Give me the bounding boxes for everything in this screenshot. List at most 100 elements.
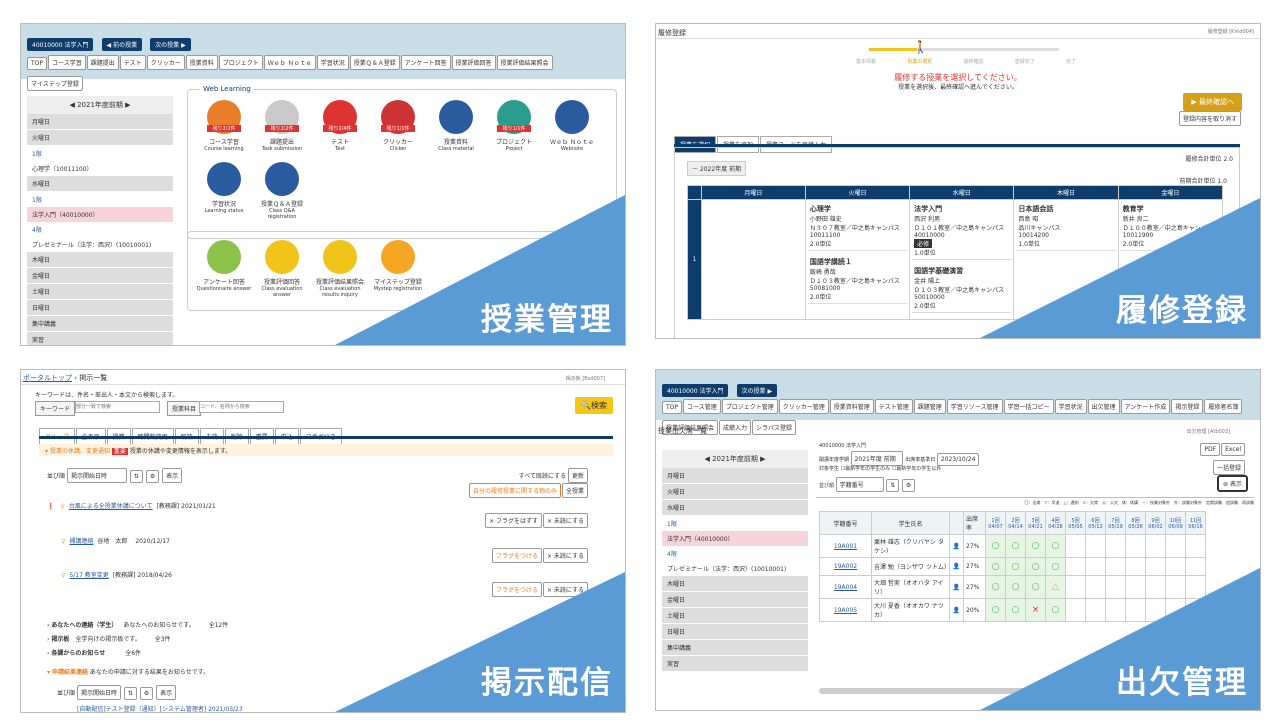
term-accordion[interactable]: － 2022年度 前期 xyxy=(687,161,747,176)
update-button[interactable]: 更新 xyxy=(567,468,588,483)
settings-button[interactable]: ⚙ xyxy=(139,687,154,700)
tab-4[interactable]: 授業資料管理 xyxy=(829,399,874,414)
col-date[interactable]: 1回 04/07 xyxy=(985,511,1006,535)
final-confirm-button[interactable]: ▶ 最終確認へ xyxy=(1183,93,1242,111)
post-link[interactable]: 5/17 教室変更 xyxy=(69,572,108,579)
student-id-link[interactable]: 19A001 xyxy=(819,534,872,558)
col-date[interactable]: 7回 05/19 xyxy=(1105,511,1126,535)
feature-4[interactable]: 授業資料 Class material xyxy=(428,100,484,152)
settings-button[interactable]: ⚙ xyxy=(145,470,160,483)
user-icon[interactable]: 👤 xyxy=(949,557,964,576)
tab-15[interactable]: 成績入力 xyxy=(719,420,752,435)
show-button[interactable]: ⊚ 表示 xyxy=(1217,475,1248,492)
show-button[interactable]: 表示 xyxy=(162,468,183,483)
attendance-cell[interactable] xyxy=(1125,534,1146,558)
student-id-link[interactable]: 19A002 xyxy=(819,557,872,576)
user-icon[interactable]: 👤 xyxy=(949,598,964,622)
term-select[interactable]: 2021年度 前期 xyxy=(850,451,903,466)
col-date[interactable]: 11回 06/16 xyxy=(1185,511,1206,535)
tab-7[interactable]: Ｗｅｂ Ｎｏｔｅ xyxy=(263,55,316,70)
tab-6[interactable]: プロジェクト xyxy=(218,55,263,70)
excel-button[interactable]: Excel xyxy=(1221,443,1245,456)
sort-order-button[interactable]: ⇅ xyxy=(129,470,143,483)
student-id-link[interactable]: 19A005 xyxy=(819,598,872,622)
sort-select[interactable]: 学籍番号 xyxy=(835,477,884,492)
col-date[interactable]: 8回 05/26 xyxy=(1125,511,1146,535)
day-row[interactable]: 土曜日 xyxy=(662,608,808,624)
attendance-cell[interactable] xyxy=(1085,534,1106,558)
col-date[interactable]: 9回 06/02 xyxy=(1145,511,1166,535)
last-post-link[interactable]: [自動配信]テスト登録（通知）[システム管理者] 2021/03/23 xyxy=(77,704,243,712)
tab-12[interactable]: 授業評価結果照会 xyxy=(496,55,553,70)
course-block[interactable]: 心理学 小野田 雄史 Ｎ３０７教室／中之島キャンパス 10011100 2.0単位 xyxy=(807,202,908,251)
mark-unread-button[interactable]: × 未読にする xyxy=(543,548,588,563)
post-link[interactable]: 台風による全授業休講について xyxy=(69,503,153,510)
attendance-cell[interactable] xyxy=(1165,534,1186,558)
student-id-link[interactable]: 19A004 xyxy=(819,575,872,599)
bulk-register-button[interactable]: 一括登録 xyxy=(1212,460,1245,475)
search-button[interactable]: 🔍検索 xyxy=(575,397,613,414)
feature2-0[interactable]: アンケート回答 Questionnaire answer xyxy=(196,240,252,292)
course-link[interactable]: プレゼミナール（法学：西沢）(10010001) xyxy=(662,561,808,576)
keyword-input[interactable] xyxy=(75,401,160,413)
day-row[interactable]: 木曜日 xyxy=(27,252,173,268)
day-row[interactable]: 水曜日 xyxy=(27,176,173,192)
feature-8[interactable]: 授業Ｑ＆Ａ登録 Class Q&A registration xyxy=(254,162,310,220)
day-row[interactable]: 日曜日 xyxy=(27,300,173,316)
tab-13[interactable]: 履修者名簿 xyxy=(1204,399,1243,414)
tab-10[interactable]: 出欠管理 xyxy=(1087,399,1120,414)
pdf-button[interactable]: PDF xyxy=(1200,443,1221,456)
tab-8[interactable]: 学習状況 xyxy=(316,55,349,70)
tab-4[interactable]: クリッカー xyxy=(146,55,185,70)
tab-8[interactable]: 学習一括コピー xyxy=(1003,399,1054,414)
col-date[interactable]: 5回 05/05 xyxy=(1065,511,1086,535)
feature-2[interactable]: 残り2/4件 テスト Test xyxy=(312,100,368,152)
show-button[interactable]: 表示 xyxy=(156,685,177,700)
tab-0[interactable]: TOP xyxy=(662,401,683,414)
col-date[interactable]: 2回 04/14 xyxy=(1005,511,1026,535)
feature2-1[interactable]: 授業評価回答 Class evaluation answer xyxy=(254,240,310,298)
course-link-selected[interactable]: 法学入門（40010000） xyxy=(662,531,808,546)
tab-9[interactable]: 学習状況 xyxy=(1054,399,1087,414)
course-link[interactable]: プレゼミナール（法学：西沢）(10010001) xyxy=(27,237,173,252)
attendance-cell[interactable]: ○ xyxy=(1045,534,1066,558)
sort-select[interactable]: 掲示開始日時 xyxy=(66,468,127,483)
feature-6[interactable]: Ｗｅｂ Ｎｏｔｅ Webnote xyxy=(544,100,600,152)
feature-7[interactable]: 学習状況 Learning status xyxy=(196,162,252,214)
flag-button[interactable]: フラグをつける xyxy=(491,548,542,563)
sort-select[interactable]: 掲示開始日時 xyxy=(76,685,121,700)
day-row[interactable]: 実習 xyxy=(662,656,808,672)
day-row[interactable]: 金曜日 xyxy=(662,592,808,608)
day-row[interactable]: 火曜日 xyxy=(27,130,173,146)
attendance-cell[interactable] xyxy=(1185,534,1206,558)
feature-3[interactable]: 残り1/1件 クリッカー Clicker xyxy=(370,100,426,152)
col-date[interactable]: 3回 04/21 xyxy=(1025,511,1046,535)
tab-5[interactable]: テスト管理 xyxy=(874,399,913,414)
tab-9[interactable]: 授業Ｑ＆Ａ登録 xyxy=(349,55,400,70)
term-selector[interactable]: ◀ 2021年度前期 ▶ xyxy=(27,96,173,114)
cancel-registration-button[interactable]: 登録内容を取り消す xyxy=(1178,111,1241,126)
tab-11[interactable]: アンケート作成 xyxy=(1120,399,1171,414)
tab-1[interactable]: コース管理 xyxy=(683,399,721,414)
apply-section[interactable]: ▾ 申請結果連絡 あなたの申請に対する結果をお知らせです。 xyxy=(47,667,209,676)
attendance-cell[interactable] xyxy=(1065,534,1086,558)
group-row[interactable]: › あなたへの連絡（学生） あなたへのお知らせです。 全12件 xyxy=(47,620,228,629)
feature-5[interactable]: 残り1/1件 プロジェクト Project xyxy=(486,100,542,152)
mark-unread-button[interactable]: × 未読にする xyxy=(543,513,588,528)
own-courses-button[interactable]: 自分の履修授業に関する物のみ xyxy=(468,483,561,498)
tab-3[interactable]: クリッカー管理 xyxy=(778,399,829,414)
base-date-input[interactable]: 2023/10/24 xyxy=(936,453,980,466)
day-row[interactable]: 木曜日 xyxy=(662,576,808,592)
attendance-cell[interactable]: ○ xyxy=(1005,534,1026,558)
course-link-selected[interactable]: 法学入門（40010000） xyxy=(27,207,173,222)
tab-10[interactable]: アンケート回答 xyxy=(400,55,451,70)
day-row[interactable]: 日曜日 xyxy=(662,624,808,640)
breadcrumb-portal-link[interactable]: ポータルトップ xyxy=(23,374,72,382)
tab-2[interactable]: 課題提出 xyxy=(86,55,119,70)
subject-input[interactable] xyxy=(199,401,284,413)
day-row[interactable]: 月曜日 xyxy=(27,114,173,130)
course-link[interactable]: 心理学（10011100） xyxy=(27,161,173,176)
all-courses-button[interactable]: 全授業 xyxy=(561,483,588,498)
settings-button[interactable]: ⚙ xyxy=(901,479,916,492)
tab-3[interactable]: テスト xyxy=(119,55,146,70)
